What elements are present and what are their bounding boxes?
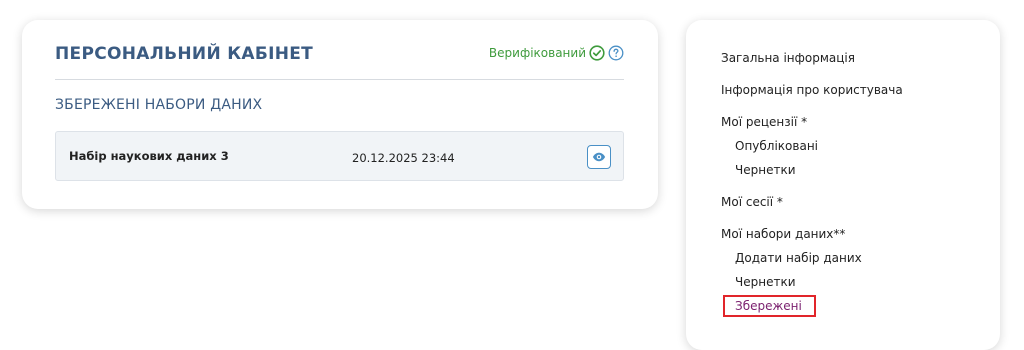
section-title: ЗБЕРЕЖЕНІ НАБОРИ ДАНИХ xyxy=(55,97,263,113)
sidebar-item-reviews-drafts[interactable]: Чернетки xyxy=(735,163,796,177)
check-circle-icon xyxy=(589,45,605,61)
sidebar-item-add-dataset[interactable]: Додати набір даних xyxy=(735,251,862,265)
sidebar-panel: Загальна інформація Інформація про корис… xyxy=(686,20,1000,350)
view-dataset-button[interactable] xyxy=(587,145,611,169)
sidebar-item-my-reviews[interactable]: Мої рецензії * xyxy=(721,115,807,129)
sidebar-item-general-info[interactable]: Загальна інформація xyxy=(721,51,855,65)
dataset-row: Набір наукових даних 3 20.12.2025 23:44 xyxy=(55,131,624,181)
sidebar-item-datasets-saved[interactable]: Збережені xyxy=(723,295,816,317)
eye-icon xyxy=(592,152,606,162)
sidebar-item-my-sessions[interactable]: Мої сесії * xyxy=(721,195,783,209)
dataset-name: Набір наукових даних 3 xyxy=(69,149,229,163)
personal-cabinet-card: ПЕРСОНАЛЬНИЙ КАБІНЕТ Верифікований ЗБЕРЕ… xyxy=(22,20,658,209)
dataset-date: 20.12.2025 23:44 xyxy=(352,151,455,165)
page-title: ПЕРСОНАЛЬНИЙ КАБІНЕТ xyxy=(55,44,314,64)
sidebar-item-datasets-drafts[interactable]: Чернетки xyxy=(735,275,796,289)
sidebar-item-my-datasets[interactable]: Мої набори даних** xyxy=(721,227,845,241)
help-icon[interactable] xyxy=(608,45,624,61)
sidebar-item-reviews-published[interactable]: Опубліковані xyxy=(735,139,818,153)
verified-label: Верифікований xyxy=(488,46,586,60)
sidebar-item-user-info[interactable]: Інформація про користувача xyxy=(721,83,903,97)
header-divider xyxy=(55,79,624,80)
verification-status: Верифікований xyxy=(489,45,624,61)
